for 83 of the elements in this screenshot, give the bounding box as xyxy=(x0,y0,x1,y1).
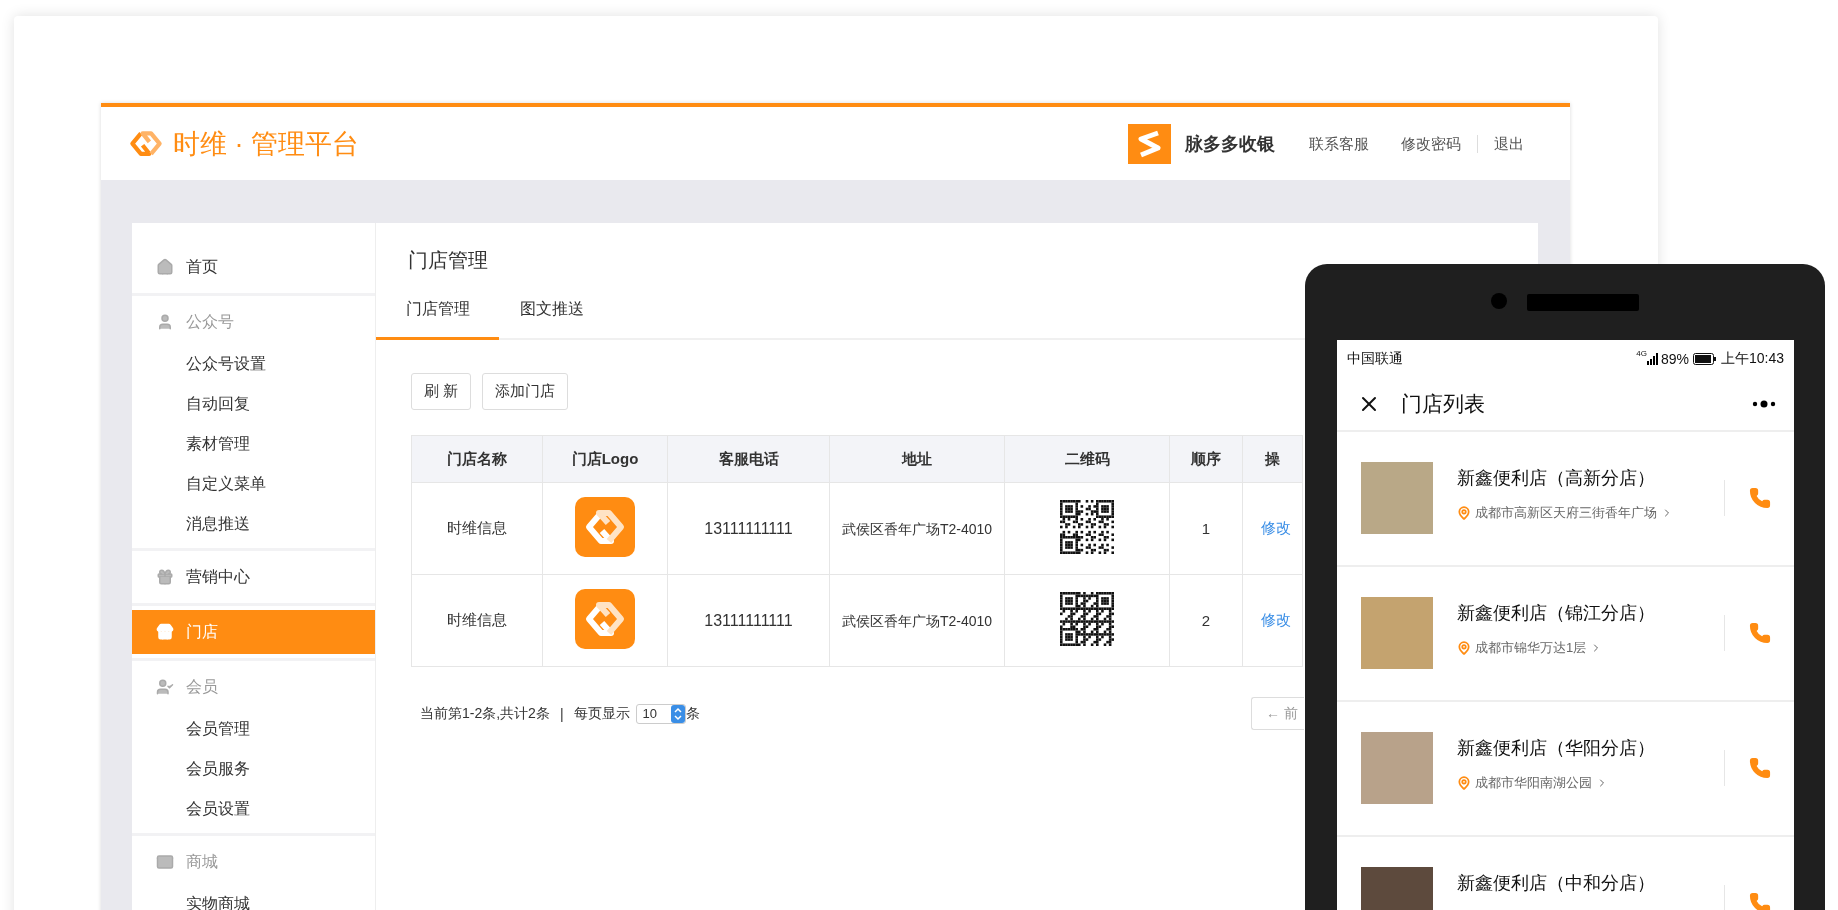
page-size-select[interactable]: 10 xyxy=(635,703,686,724)
clock: 上午10:43 xyxy=(1720,350,1784,368)
address-text: 成都市华阳南湖公园 xyxy=(1475,774,1592,792)
store-name[interactable]: 新鑫便利店（中和分店） xyxy=(1457,871,1724,895)
speaker-icon xyxy=(1527,294,1639,311)
app-logo-icon xyxy=(1128,123,1171,164)
add-store-button[interactable]: 添加门店 xyxy=(482,373,569,410)
table-cell: 时维信息 xyxy=(411,482,543,575)
platform-title: 时维 · 管理平台 xyxy=(173,127,359,161)
table-cell: 时维信息 xyxy=(411,574,543,667)
sidebar-item[interactable]: 营销中心 xyxy=(132,555,375,599)
sidebar-subitem[interactable]: 消息推送 xyxy=(132,504,375,544)
photo-placeholder xyxy=(1361,597,1433,669)
phone-icon[interactable] xyxy=(1748,622,1771,644)
network-label: 4G xyxy=(1636,349,1647,358)
app-name: 脉多多收银 xyxy=(1185,132,1275,156)
tab[interactable]: 图文推送 xyxy=(499,295,604,340)
page-size-unit: 条 xyxy=(685,704,700,723)
header-link[interactable]: 联系客服 xyxy=(1293,134,1385,153)
header-link[interactable]: 修改密码 xyxy=(1385,134,1477,153)
photo-placeholder xyxy=(1361,732,1433,804)
table-cell: 13111111111 xyxy=(667,574,830,667)
store-logo-icon xyxy=(575,589,635,649)
sidebar-subitem[interactable]: 自动回复 xyxy=(132,384,375,424)
tab[interactable]: 门店管理 xyxy=(376,295,499,340)
store-address[interactable]: 成都市锦华万达1层 xyxy=(1457,639,1724,657)
store-logo-icon xyxy=(575,497,635,557)
battery-percent: 89% xyxy=(1660,351,1689,367)
store-name[interactable]: 新鑫便利店（华阳分店） xyxy=(1457,736,1724,760)
logo-icon xyxy=(129,129,163,158)
location-pin-icon xyxy=(1457,641,1471,655)
edit-link[interactable]: 修改 xyxy=(1261,519,1291,536)
stepper-icon xyxy=(670,704,685,723)
phone-icon[interactable] xyxy=(1748,487,1771,509)
table-cell: 武侯区香年广场T2-4010 xyxy=(829,482,1005,575)
sidebar-subitem[interactable]: 素材管理 xyxy=(132,424,375,464)
table-cell: 2 xyxy=(1169,574,1243,667)
header-link[interactable]: 退出 xyxy=(1477,134,1540,153)
table-cell: 武侯区香年广场T2-4010 xyxy=(829,574,1005,667)
edit-link[interactable]: 修改 xyxy=(1261,611,1291,628)
sidebar-item[interactable]: 首页 xyxy=(132,245,375,289)
qr-code-icon xyxy=(1060,592,1114,646)
user-icon xyxy=(156,313,174,331)
photo-placeholder xyxy=(1361,462,1433,534)
sidebar-subitem[interactable]: 会员设置 xyxy=(132,789,375,829)
store-name[interactable]: 新鑫便利店（锦江分店） xyxy=(1457,601,1724,625)
separator-text: | xyxy=(559,705,564,722)
page-summary: 当前第1-2条,共计2条 xyxy=(420,704,550,723)
column-header: 客服电话 xyxy=(667,435,830,483)
gift-icon xyxy=(156,568,174,586)
phone-icon[interactable] xyxy=(1748,892,1771,910)
store-name[interactable]: 新鑫便利店（高新分店） xyxy=(1457,466,1724,490)
store-address[interactable]: 成都市高新区天府三街香年广场 xyxy=(1457,504,1724,522)
refresh-button[interactable]: 刷 新 xyxy=(411,373,472,410)
store-address[interactable]: 成都市华阳南湖公园 xyxy=(1457,774,1724,792)
column-header: 操 xyxy=(1242,435,1303,483)
table-cell: 1 xyxy=(1169,482,1243,575)
column-header: 二维码 xyxy=(1004,435,1170,483)
sidebar-subitem[interactable]: 会员管理 xyxy=(132,709,375,749)
screen-title: 门店列表 xyxy=(1401,391,1485,417)
column-header: 顺序 xyxy=(1169,435,1243,483)
sidebar-subitem[interactable]: 公众号设置 xyxy=(132,344,375,384)
column-header: 门店Logo xyxy=(542,435,668,483)
more-icon[interactable] xyxy=(1752,400,1776,408)
user-check-icon xyxy=(156,678,174,696)
location-pin-icon xyxy=(1457,776,1471,790)
home-icon xyxy=(156,258,174,276)
page-title: 门店管理 xyxy=(407,248,489,273)
qr-code-icon xyxy=(1060,500,1114,554)
carrier-name: 中国联通 xyxy=(1347,350,1403,368)
sidebar-subitem[interactable]: 会员服务 xyxy=(132,749,375,789)
location-pin-icon xyxy=(1457,506,1471,520)
phone-icon[interactable] xyxy=(1748,757,1771,779)
page-size-label: 每页显示 xyxy=(573,704,630,723)
address-text: 成都市锦华万达1层 xyxy=(1475,639,1587,657)
signal-icon xyxy=(1646,353,1659,365)
sidebar-subitem[interactable]: 自定义菜单 xyxy=(132,464,375,504)
battery-icon xyxy=(1692,353,1717,365)
table-cell: 13111111111 xyxy=(667,482,830,575)
column-header: 门店名称 xyxy=(411,435,543,483)
address-text: 成都市高新区天府三街香年广场 xyxy=(1475,504,1657,522)
column-header: 地址 xyxy=(829,435,1005,483)
camera-icon xyxy=(1491,293,1507,309)
